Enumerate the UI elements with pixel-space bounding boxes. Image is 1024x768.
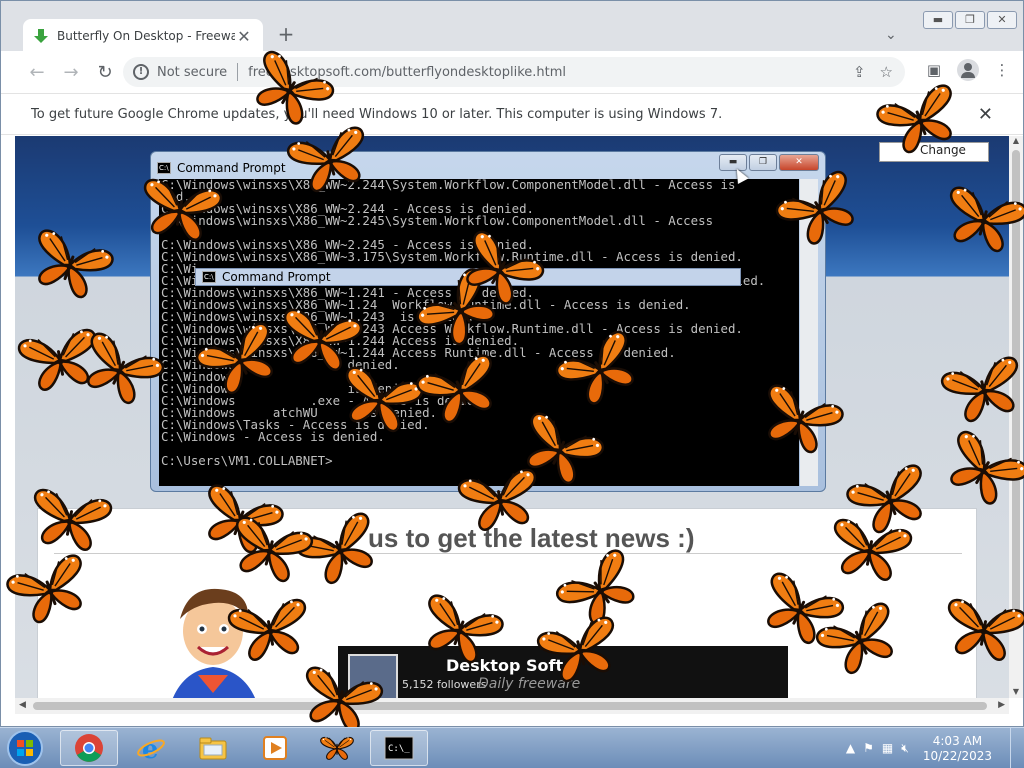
clock-date: 10/22/2023 <box>922 748 992 763</box>
console-line: C:\Windows\winsxs\X86_WW~2.244\System.Wo… <box>161 179 736 192</box>
window-controls: ▬ ❐ ✕ <box>923 11 1017 29</box>
taskbar-ie-button[interactable]: e <box>122 730 180 766</box>
system-tray: ▲ ⚑ ▦ 🔇︎ 4:03 AM 10/22/2023 <box>846 728 1024 768</box>
horizontal-scrollbar[interactable]: ◀ ▶ <box>15 698 1009 714</box>
update-infobar: To get future Google Chrome updates, you… <box>1 93 1023 135</box>
h-scroll-thumb[interactable] <box>33 702 987 710</box>
show-desktop-button[interactable] <box>1010 728 1024 768</box>
butterfly-icon <box>320 736 354 760</box>
taskbar: e C:\_ ▲ ⚑ ▦ 🔇︎ 4:03 AM 10/22/2023 <box>0 727 1024 768</box>
taskbar-media-button[interactable] <box>246 730 304 766</box>
cmd-close-button[interactable]: ✕ <box>779 154 819 171</box>
action-center-icon[interactable]: ⚑ <box>863 741 874 756</box>
close-window-button[interactable]: ✕ <box>987 11 1017 29</box>
clock-time: 4:03 AM <box>932 733 983 748</box>
svg-text:e: e <box>142 735 159 763</box>
scroll-left-icon[interactable]: ◀ <box>19 700 26 710</box>
inner-cmd-title: Command Prompt <box>222 270 331 284</box>
tab-strip: Butterfly On Desktop - Freeware ✕ + ⌄ ▬ … <box>1 1 1023 53</box>
scroll-down-icon[interactable]: ▼ <box>1009 687 1023 696</box>
tab-title: Butterfly On Desktop - Freeware <box>57 29 235 43</box>
share-icon[interactable]: ⇪ <box>853 63 866 81</box>
scroll-right-icon[interactable]: ▶ <box>998 700 1005 710</box>
command-prompt-icon: C:\_ <box>384 736 414 760</box>
cmd-maximize-button[interactable]: ❐ <box>749 154 777 171</box>
taskbar-cmd-button[interactable]: C:\_ <box>370 730 428 766</box>
chrome-icon <box>75 734 103 762</box>
scroll-up-icon[interactable]: ▲ <box>1009 136 1023 145</box>
tab-search-icon[interactable]: ⌄ <box>885 27 897 43</box>
new-tab-button[interactable]: + <box>275 23 297 45</box>
reload-button[interactable]: ↻ <box>89 56 121 88</box>
svg-text:C:\_: C:\_ <box>388 744 410 754</box>
folder-icon <box>199 737 227 760</box>
taskbar-chrome-button[interactable] <box>60 730 118 766</box>
media-player-icon <box>263 736 287 760</box>
url-text[interactable]: freedesktopsoft.com/butterflyondesktopli… <box>248 65 853 80</box>
cmd-icon: C:\ <box>202 271 216 283</box>
forward-button[interactable]: → <box>55 56 87 88</box>
taskbar-explorer-button[interactable] <box>184 730 242 766</box>
tab-close-icon[interactable]: ✕ <box>235 27 253 46</box>
cmd-titlebar[interactable]: C:\ Command Prompt ▬ ❐ ✕ <box>157 154 819 178</box>
console-line: C:\Windows - Access is denied. <box>161 429 385 444</box>
infobar-close-icon[interactable]: ✕ <box>978 104 993 125</box>
show-hidden-icons-icon[interactable]: ▲ <box>846 741 855 756</box>
menu-icon[interactable]: ⋮ <box>991 59 1013 81</box>
address-bar[interactable]: ! Not secure freedesktopsoft.com/butterf… <box>123 57 905 87</box>
divider <box>54 553 962 554</box>
browser-toolbar: ← → ↻ ! Not secure freedesktopsoft.com/b… <box>1 51 1023 93</box>
warning-icon[interactable]: ! <box>133 64 149 80</box>
tab-butterfly[interactable]: Butterfly On Desktop - Freeware ✕ <box>23 19 263 53</box>
network-icon[interactable]: ▦ <box>882 741 893 756</box>
internet-explorer-icon: e <box>137 735 165 763</box>
star-icon[interactable]: ☆ <box>880 63 893 81</box>
profile-icon[interactable] <box>957 59 979 81</box>
clock[interactable]: 4:03 AM 10/22/2023 <box>923 734 992 764</box>
omnibox-divider <box>237 63 239 81</box>
download-icon <box>34 29 48 43</box>
taskbar-butterfly-button[interactable] <box>308 730 366 766</box>
start-orb-icon[interactable] <box>4 729 46 767</box>
infobar-text: To get future Google Chrome updates, you… <box>31 106 723 122</box>
console-line: C:\Users\VM1.COLLABNET> <box>161 453 333 468</box>
minimize-button[interactable]: ▬ <box>923 11 953 29</box>
side-panel-icon[interactable]: ▣ <box>923 59 945 81</box>
cmd-title: Command Prompt <box>177 161 286 175</box>
maximize-button[interactable]: ❐ <box>955 11 985 29</box>
security-label[interactable]: Not secure <box>157 65 227 80</box>
back-button[interactable]: ← <box>21 56 53 88</box>
volume-icon[interactable]: 🔇︎ <box>901 741 909 756</box>
fb-followers: 5,152 followers <box>402 678 487 691</box>
cmd-icon: C:\ <box>157 162 171 174</box>
news-heading: us to get the latest news :) <box>368 523 695 553</box>
